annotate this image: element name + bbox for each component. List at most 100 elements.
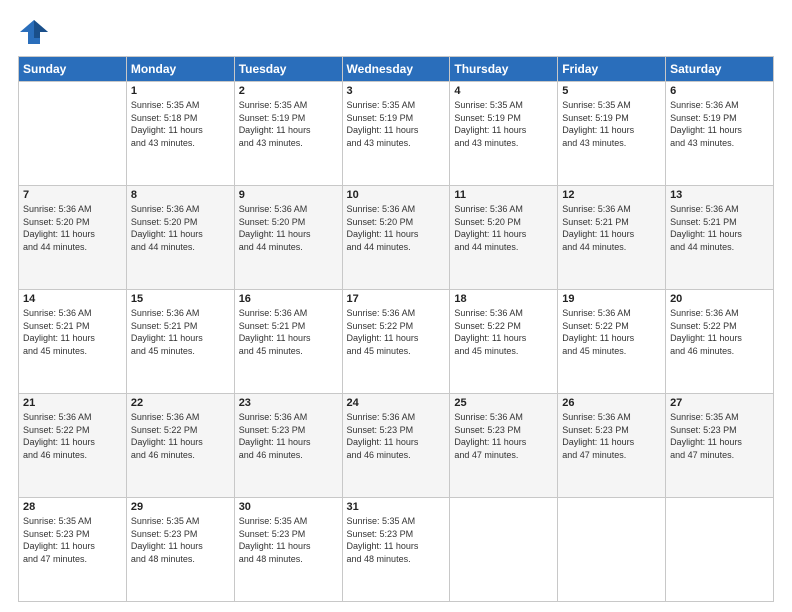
day-info: Sunrise: 5:36 AM Sunset: 5:22 PM Dayligh… bbox=[454, 308, 526, 356]
day-info: Sunrise: 5:36 AM Sunset: 5:20 PM Dayligh… bbox=[131, 204, 203, 252]
day-number: 15 bbox=[131, 293, 230, 305]
calendar-week-row: 21Sunrise: 5:36 AM Sunset: 5:22 PM Dayli… bbox=[19, 394, 774, 498]
day-info: Sunrise: 5:36 AM Sunset: 5:21 PM Dayligh… bbox=[562, 204, 634, 252]
day-info: Sunrise: 5:35 AM Sunset: 5:23 PM Dayligh… bbox=[347, 516, 419, 564]
calendar-week-row: 7 Sunrise: 5:36 AM Sunset: 5:20 PM Daylig… bbox=[19, 186, 774, 290]
day-info: Sunrise: 5:36 AM Sunset: 5:22 PM Dayligh… bbox=[347, 308, 419, 356]
day-info: Sunrise: 5:35 AM Sunset: 5:23 PM Dayligh… bbox=[239, 516, 311, 564]
day-info: Sunrise: 5:36 AM Sunset: 5:23 PM Dayligh… bbox=[239, 412, 311, 460]
day-info: Sunrise: 5:35 AM Sunset: 5:19 PM Dayligh… bbox=[239, 100, 311, 148]
calendar-day-cell: 8 Sunrise: 5:36 AM Sunset: 5:20 PM Daylig… bbox=[126, 186, 234, 290]
day-info: Sunrise: 5:36 AM Sunset: 5:21 PM Dayligh… bbox=[131, 308, 203, 356]
day-info: Sunrise: 5:36 AM Sunset: 5:22 PM Dayligh… bbox=[670, 308, 742, 356]
day-info: Sunrise: 5:36 AM Sunset: 5:20 PM Dayligh… bbox=[23, 204, 95, 252]
day-number: 13 bbox=[670, 189, 769, 201]
day-number: 22 bbox=[131, 397, 230, 409]
calendar-day-cell: 4 Sunrise: 5:35 AM Sunset: 5:19 PM Daylig… bbox=[450, 82, 558, 186]
calendar-day-cell: 10 Sunrise: 5:36 AM Sunset: 5:20 PM Dayli… bbox=[342, 186, 450, 290]
day-number: 9 bbox=[239, 189, 338, 201]
empty-day-cell bbox=[666, 498, 774, 602]
day-number: 31 bbox=[347, 501, 446, 513]
day-info: Sunrise: 5:35 AM Sunset: 5:18 PM Dayligh… bbox=[131, 100, 203, 148]
header bbox=[18, 18, 774, 46]
day-number: 10 bbox=[347, 189, 446, 201]
day-number: 11 bbox=[454, 189, 553, 201]
day-info: Sunrise: 5:35 AM Sunset: 5:19 PM Dayligh… bbox=[347, 100, 419, 148]
day-number: 23 bbox=[239, 397, 338, 409]
day-info: Sunrise: 5:36 AM Sunset: 5:20 PM Dayligh… bbox=[239, 204, 311, 252]
calendar-day-cell: 1Sunrise: 5:35 AM Sunset: 5:18 PM Daylig… bbox=[126, 82, 234, 186]
day-number: 18 bbox=[454, 293, 553, 305]
calendar-day-cell: 29 Sunrise: 5:35 AM Sunset: 5:23 PM Dayli… bbox=[126, 498, 234, 602]
day-number: 8 bbox=[131, 189, 230, 201]
calendar-day-cell: 16 Sunrise: 5:36 AM Sunset: 5:21 PM Dayli… bbox=[234, 290, 342, 394]
day-info: Sunrise: 5:35 AM Sunset: 5:23 PM Dayligh… bbox=[131, 516, 203, 564]
calendar-day-cell: 6Sunrise: 5:36 AM Sunset: 5:19 PM Daylig… bbox=[666, 82, 774, 186]
day-number: 26 bbox=[562, 397, 661, 409]
calendar-day-cell: 13Sunrise: 5:36 AM Sunset: 5:21 PM Dayli… bbox=[666, 186, 774, 290]
day-info: Sunrise: 5:35 AM Sunset: 5:23 PM Dayligh… bbox=[670, 412, 742, 460]
weekday-header-monday: Monday bbox=[126, 57, 234, 82]
day-info: Sunrise: 5:36 AM Sunset: 5:20 PM Dayligh… bbox=[454, 204, 526, 252]
calendar-day-cell: 17 Sunrise: 5:36 AM Sunset: 5:22 PM Dayli… bbox=[342, 290, 450, 394]
calendar-day-cell: 12 Sunrise: 5:36 AM Sunset: 5:21 PM Dayli… bbox=[558, 186, 666, 290]
day-number: 17 bbox=[347, 293, 446, 305]
calendar-day-cell: 20Sunrise: 5:36 AM Sunset: 5:22 PM Dayli… bbox=[666, 290, 774, 394]
day-info: Sunrise: 5:36 AM Sunset: 5:19 PM Dayligh… bbox=[670, 100, 742, 148]
day-info: Sunrise: 5:36 AM Sunset: 5:22 PM Dayligh… bbox=[23, 412, 95, 460]
day-info: Sunrise: 5:36 AM Sunset: 5:22 PM Dayligh… bbox=[131, 412, 203, 460]
calendar-day-cell: 19 Sunrise: 5:36 AM Sunset: 5:22 PM Dayli… bbox=[558, 290, 666, 394]
day-number: 2 bbox=[239, 85, 338, 97]
calendar-day-cell: 23 Sunrise: 5:36 AM Sunset: 5:23 PM Dayli… bbox=[234, 394, 342, 498]
calendar-day-cell: 26 Sunrise: 5:36 AM Sunset: 5:23 PM Dayli… bbox=[558, 394, 666, 498]
calendar-day-cell: 25 Sunrise: 5:36 AM Sunset: 5:23 PM Dayli… bbox=[450, 394, 558, 498]
weekday-header-saturday: Saturday bbox=[666, 57, 774, 82]
weekday-header-wednesday: Wednesday bbox=[342, 57, 450, 82]
day-info: Sunrise: 5:36 AM Sunset: 5:21 PM Dayligh… bbox=[23, 308, 95, 356]
day-info: Sunrise: 5:35 AM Sunset: 5:23 PM Dayligh… bbox=[23, 516, 95, 564]
logo-icon bbox=[18, 18, 50, 46]
empty-day-cell bbox=[450, 498, 558, 602]
day-number: 19 bbox=[562, 293, 661, 305]
calendar-week-row: 1Sunrise: 5:35 AM Sunset: 5:18 PM Daylig… bbox=[19, 82, 774, 186]
day-info: Sunrise: 5:36 AM Sunset: 5:20 PM Dayligh… bbox=[347, 204, 419, 252]
calendar-day-cell: 24Sunrise: 5:36 AM Sunset: 5:23 PM Dayli… bbox=[342, 394, 450, 498]
day-number: 3 bbox=[347, 85, 446, 97]
day-number: 12 bbox=[562, 189, 661, 201]
day-number: 27 bbox=[670, 397, 769, 409]
day-info: Sunrise: 5:36 AM Sunset: 5:23 PM Dayligh… bbox=[562, 412, 634, 460]
calendar-day-cell: 30 Sunrise: 5:35 AM Sunset: 5:23 PM Dayli… bbox=[234, 498, 342, 602]
day-number: 28 bbox=[23, 501, 122, 513]
day-info: Sunrise: 5:36 AM Sunset: 5:22 PM Dayligh… bbox=[562, 308, 634, 356]
calendar-day-cell: 22 Sunrise: 5:36 AM Sunset: 5:22 PM Dayli… bbox=[126, 394, 234, 498]
calendar-day-cell: 9 Sunrise: 5:36 AM Sunset: 5:20 PM Daylig… bbox=[234, 186, 342, 290]
day-number: 25 bbox=[454, 397, 553, 409]
calendar-day-cell: 28 Sunrise: 5:35 AM Sunset: 5:23 PM Dayli… bbox=[19, 498, 127, 602]
calendar-week-row: 28 Sunrise: 5:35 AM Sunset: 5:23 PM Dayli… bbox=[19, 498, 774, 602]
calendar-day-cell: 3 Sunrise: 5:35 AM Sunset: 5:19 PM Daylig… bbox=[342, 82, 450, 186]
calendar-day-cell: 5 Sunrise: 5:35 AM Sunset: 5:19 PM Daylig… bbox=[558, 82, 666, 186]
logo bbox=[18, 18, 52, 46]
day-number: 5 bbox=[562, 85, 661, 97]
day-info: Sunrise: 5:35 AM Sunset: 5:19 PM Dayligh… bbox=[562, 100, 634, 148]
day-info: Sunrise: 5:36 AM Sunset: 5:21 PM Dayligh… bbox=[239, 308, 311, 356]
day-number: 4 bbox=[454, 85, 553, 97]
calendar-day-cell: 2 Sunrise: 5:35 AM Sunset: 5:19 PM Daylig… bbox=[234, 82, 342, 186]
day-info: Sunrise: 5:36 AM Sunset: 5:23 PM Dayligh… bbox=[454, 412, 526, 460]
calendar-day-cell: 15 Sunrise: 5:36 AM Sunset: 5:21 PM Dayli… bbox=[126, 290, 234, 394]
day-number: 16 bbox=[239, 293, 338, 305]
weekday-header-friday: Friday bbox=[558, 57, 666, 82]
calendar-day-cell: 14Sunrise: 5:36 AM Sunset: 5:21 PM Dayli… bbox=[19, 290, 127, 394]
day-number: 29 bbox=[131, 501, 230, 513]
calendar-table: SundayMondayTuesdayWednesdayThursdayFrid… bbox=[18, 56, 774, 602]
weekday-header-tuesday: Tuesday bbox=[234, 57, 342, 82]
weekday-header-thursday: Thursday bbox=[450, 57, 558, 82]
calendar-day-cell: 21Sunrise: 5:36 AM Sunset: 5:22 PM Dayli… bbox=[19, 394, 127, 498]
empty-day-cell bbox=[19, 82, 127, 186]
day-number: 30 bbox=[239, 501, 338, 513]
calendar-day-cell: 11 Sunrise: 5:36 AM Sunset: 5:20 PM Dayli… bbox=[450, 186, 558, 290]
calendar-day-cell: 18 Sunrise: 5:36 AM Sunset: 5:22 PM Dayli… bbox=[450, 290, 558, 394]
day-number: 7 bbox=[23, 189, 122, 201]
day-info: Sunrise: 5:35 AM Sunset: 5:19 PM Dayligh… bbox=[454, 100, 526, 148]
calendar-day-cell: 27 Sunrise: 5:35 AM Sunset: 5:23 PM Dayli… bbox=[666, 394, 774, 498]
